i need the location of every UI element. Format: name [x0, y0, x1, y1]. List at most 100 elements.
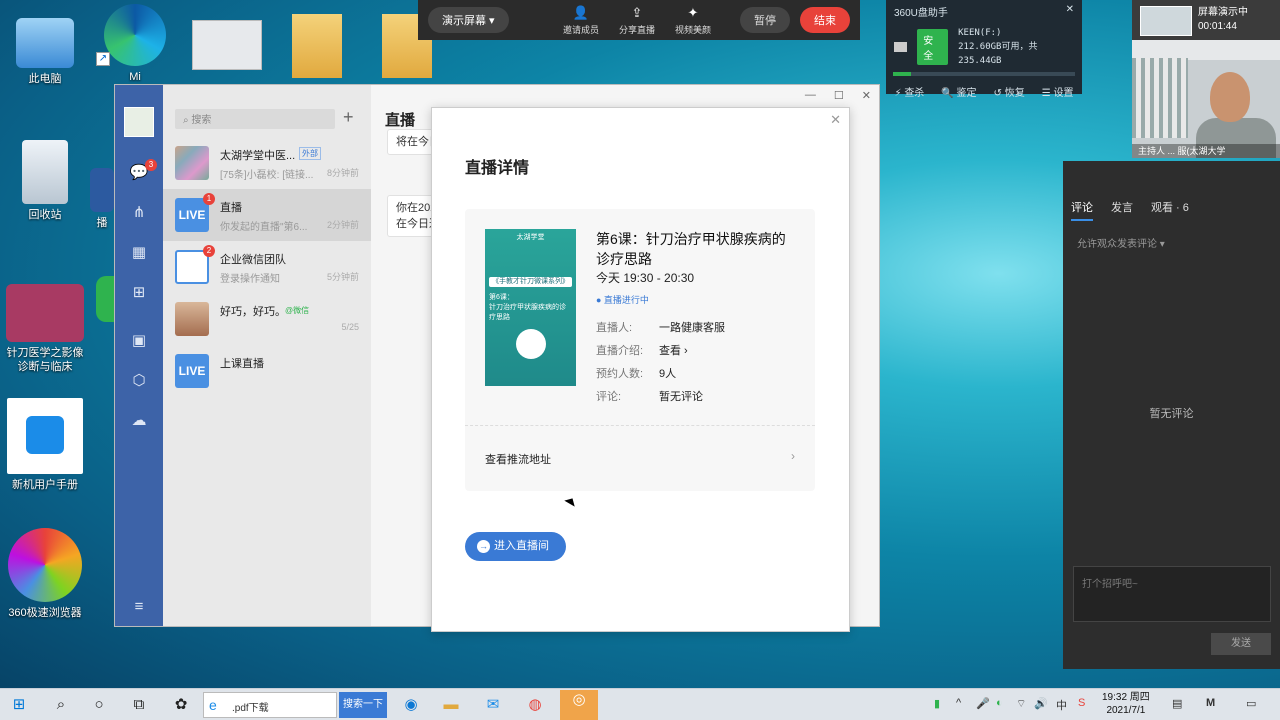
close-icon[interactable]: ✕ — [830, 112, 841, 128]
taskbar: ⊞ ⌕ ○ ⧉ ✿ .pdf下载 e 搜索一下 ◉ ▬ ✉ ◍ ◎ ▮ ^ 🎤 … — [0, 688, 1280, 720]
taskbar-search-button[interactable]: 搜索一下 — [339, 692, 387, 718]
book-icon — [26, 416, 64, 454]
folder-icon[interactable] — [292, 14, 342, 78]
file-explorer-icon[interactable]: ▬ — [440, 695, 462, 715]
list-item[interactable]: LIVE 上课直播 — [163, 345, 371, 397]
360-tray-icon[interactable]: ◐ — [996, 697, 1003, 709]
mail-icon[interactable]: ✉ — [482, 695, 504, 715]
app-icon[interactable]: ✿ — [170, 695, 192, 715]
invite-button[interactable]: 👤 邀请成员 — [558, 5, 604, 36]
view-intro-link[interactable]: 查看 › — [659, 345, 688, 357]
chat-title: 直播 — [385, 112, 416, 129]
desktop-icon-manual[interactable]: 新机用户手册 — [2, 398, 88, 492]
sogou-icon[interactable]: S — [1078, 697, 1085, 709]
ime-icon[interactable]: 中 — [1056, 697, 1067, 713]
nav-docs-icon[interactable]: ▣ — [129, 331, 149, 351]
tab-comments[interactable]: 评论 — [1071, 199, 1093, 221]
screen-thumbnail — [1140, 6, 1192, 36]
live-toolbar: 演示屏幕 ▾ 👤 邀请成员 ⇪ 分享直播 ✦ 视频美颜 暂停 结束 — [418, 0, 860, 40]
live-avatar: LIVE — [175, 354, 209, 388]
tab-speak[interactable]: 发言 — [1111, 199, 1133, 221]
push-url-link[interactable]: 查看推流地址 — [485, 451, 551, 467]
add-icon[interactable]: + — [343, 107, 354, 128]
restore-button[interactable]: ↺ 恢复 — [994, 84, 1025, 99]
end-button[interactable]: 结束 — [800, 7, 850, 33]
battery-icon[interactable]: ▮ — [934, 697, 940, 710]
send-button[interactable]: 发送 — [1211, 633, 1271, 655]
windows-start-icon[interactable]: ⊞ — [8, 695, 30, 715]
course-poster: 太湖学堂 《手教才针刀微课系列》 第6课： 针刀治疗甲状腺疾病的诊疗思路 — [485, 229, 576, 386]
nav-apps-icon[interactable]: ⬡ — [129, 371, 149, 391]
maximize-button[interactable]: ☐ — [834, 89, 844, 102]
360-browser-icon[interactable]: ◍ — [524, 695, 546, 715]
wecom-taskbar-icon[interactable]: ◎ — [560, 690, 598, 720]
u360-title: 360U盘助手 — [894, 8, 948, 19]
menu-icon[interactable]: ≡ — [129, 597, 149, 617]
reservations-row: 预约人数: 9人 — [596, 368, 677, 380]
volume-icon[interactable]: 🔊 — [1034, 697, 1048, 710]
edge-icon — [104, 4, 166, 66]
enter-live-room-button[interactable]: → 进入直播间 — [465, 532, 566, 561]
desktop-icon-pdf-book[interactable]: 针刀医学之影像诊断与临床 — [2, 284, 88, 374]
list-item[interactable]: 好巧，好巧。 @微信 5/25 — [163, 293, 371, 345]
edge-icon[interactable]: ◉ — [400, 695, 422, 715]
intro-row: 直播介绍: 查看 › — [596, 345, 688, 357]
desktop-icon-recycle-bin[interactable]: 回收站 — [2, 140, 88, 222]
computer-icon — [16, 18, 74, 68]
notes-icon[interactable]: ▤ — [1172, 697, 1182, 710]
live-status: ● 直播进行中 — [596, 295, 649, 305]
list-item[interactable]: 太湖学堂中医... 外部 [75条]小磊校: [链接... 8分钟前 — [163, 137, 371, 189]
nav-contacts-icon[interactable]: ⋔ — [129, 203, 149, 223]
live-time: 今天 19:30 - 20:30 — [596, 271, 695, 285]
presenting-status: 屏幕演示中 — [1198, 7, 1248, 18]
list-item[interactable]: LIVE 1 直播 你发起的直播"第6... 2分钟前 — [163, 189, 371, 241]
taskbar-search-input[interactable]: .pdf下载 — [203, 692, 337, 718]
chevron-up-icon[interactable]: ^ — [956, 697, 961, 709]
share-live-button[interactable]: ⇪ 分享直播 — [614, 5, 660, 36]
scan-button[interactable]: ⚡ 查杀 — [895, 84, 925, 99]
notification-icon[interactable]: ▭ — [1246, 697, 1256, 710]
desktop-icon-this-pc[interactable]: 此电脑 — [2, 14, 88, 86]
external-tag: 外部 — [299, 147, 321, 160]
search-icon[interactable]: ⌕ — [50, 695, 72, 715]
tab-viewers[interactable]: 观看 · 6 — [1151, 199, 1189, 221]
cortana-icon[interactable]: ○ — [88, 695, 110, 715]
beauty-button[interactable]: ✦ 视频美颜 — [670, 5, 716, 36]
close-button[interactable]: ✕ — [862, 89, 871, 102]
dialog-title: 直播详情 — [465, 160, 530, 177]
identify-button[interactable]: 🔍 鉴定 — [941, 84, 976, 99]
live-info-card: 太湖学堂 《手教才针刀微课系列》 第6课： 针刀治疗甲状腺疾病的诊疗思路 第6课… — [465, 209, 815, 491]
network-icon[interactable]: ⌔ — [1016, 697, 1026, 711]
nav-sidebar: 💬 3 ⋔ ▦ ⊞ ▣ ⬡ ☁ ≡ — [115, 85, 163, 626]
screen-select[interactable]: 演示屏幕 ▾ — [428, 7, 509, 33]
share-icon: ⇪ — [631, 4, 643, 20]
close-icon[interactable]: ✕ — [1066, 4, 1074, 18]
m-app-icon[interactable]: M — [1206, 697, 1215, 709]
wechat-tag: @微信 — [285, 306, 310, 315]
divider — [465, 425, 815, 426]
recycle-bin-icon — [22, 140, 68, 204]
drive-name: KEEN(F:) — [958, 28, 1002, 38]
comments-panel: 评论 发言 观看 · 6 允许观众发表评论 ▾ 暂无评论 打个招呼吧~ 发送 — [1063, 161, 1280, 669]
minimize-button[interactable]: — — [805, 89, 816, 102]
settings-folder-icon[interactable] — [192, 20, 262, 70]
desktop-icon-edge[interactable]: Mi ↗ — [92, 4, 178, 84]
microphone-icon[interactable]: 🎤 — [976, 697, 990, 710]
wechat-icon[interactable] — [96, 276, 116, 322]
pause-button[interactable]: 暂停 — [740, 7, 790, 33]
search-input[interactable]: ⌕ 搜索 — [175, 109, 335, 129]
unread-badge: 1 — [203, 193, 215, 205]
nav-cloud-icon[interactable]: ☁ — [129, 411, 149, 431]
user-avatar[interactable] — [124, 107, 154, 137]
list-item[interactable]: 2 企业微信团队 登录操作通知 5分钟前 — [163, 241, 371, 293]
manual-icon — [7, 398, 83, 474]
clock[interactable]: 19:32 周四 2021/7/1 — [1102, 691, 1150, 717]
comment-input[interactable]: 打个招呼吧~ — [1073, 566, 1271, 622]
allow-comments-select[interactable]: 允许观众发表评论 ▾ — [1063, 221, 1280, 250]
desktop-icon-360-browser[interactable]: 360极速浏览器 — [2, 528, 88, 620]
nav-calendar-icon[interactable]: ▦ — [129, 243, 149, 263]
settings-button[interactable]: ☰ 设置 — [1042, 84, 1074, 99]
nav-workbench-icon[interactable]: ⊞ — [129, 283, 149, 303]
task-view-icon[interactable]: ⧉ — [128, 695, 150, 715]
poster-lesson: 第6课： — [489, 294, 514, 301]
